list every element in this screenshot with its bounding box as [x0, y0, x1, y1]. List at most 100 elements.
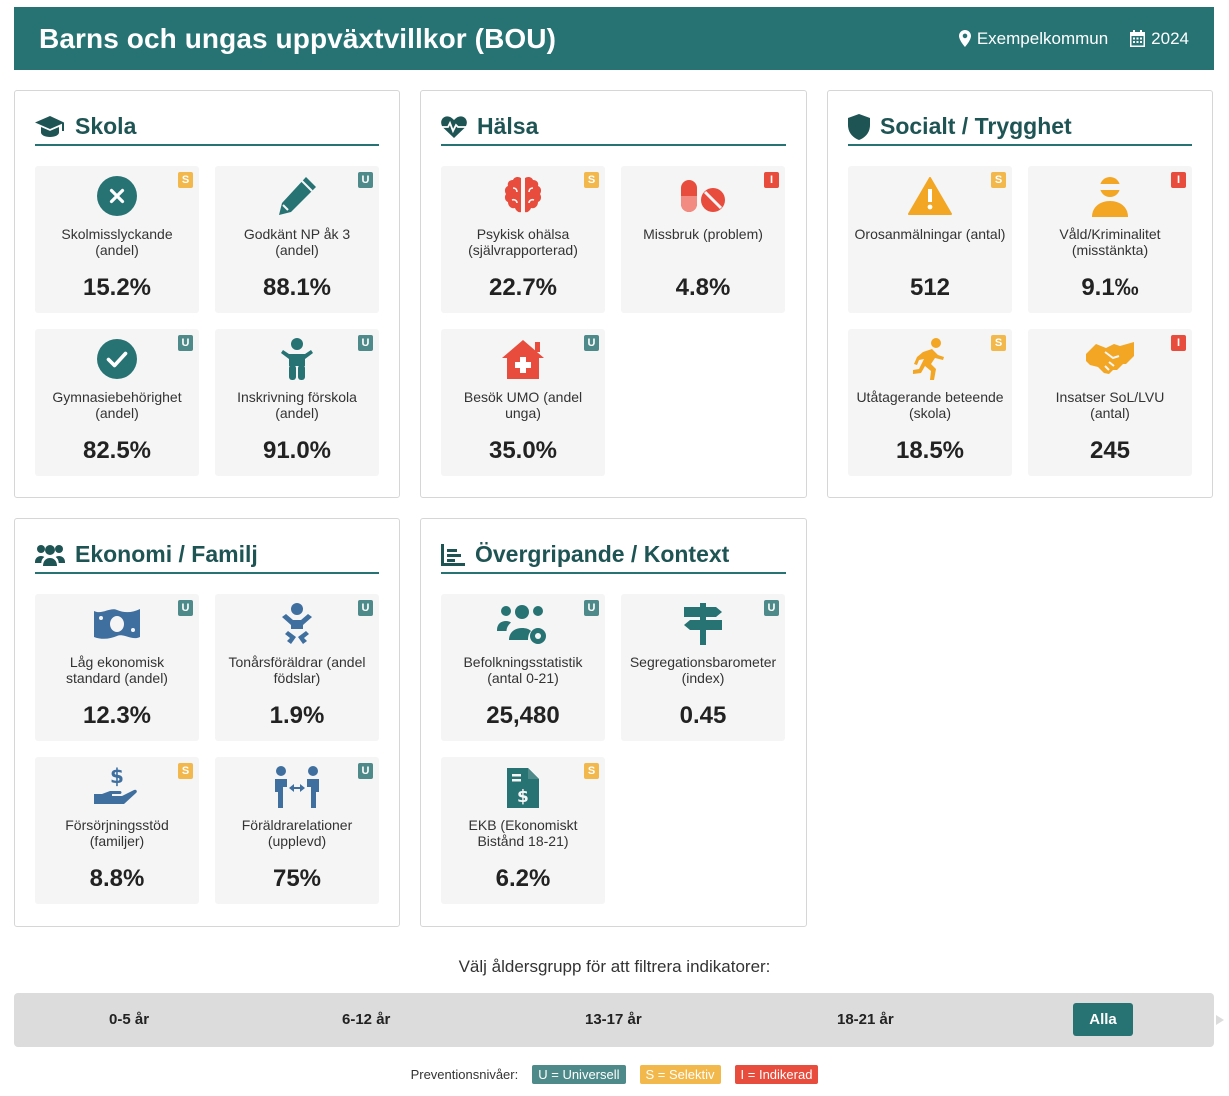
indicator-value: 82.5% — [82, 437, 152, 464]
brain-icon — [504, 176, 542, 213]
page-title: Barns och ungas uppväxtvillkor (BOU) — [39, 22, 557, 54]
indicator-tile[interactable]: I Missbruk (problem) 4.8% — [621, 166, 785, 313]
indicator-tile[interactable]: S Psykisk ohälsa (självrapporterad) 22.7… — [441, 166, 605, 313]
indicator-value: 0.45 — [679, 702, 727, 729]
indicator-label: Försörjningsstöd (familjer) — [65, 817, 169, 849]
indicator-tile[interactable]: I Insatser SoL/LVU (antal) 245 — [1028, 329, 1192, 476]
map-marker-icon — [958, 30, 971, 47]
location-label: Exempelkommun — [976, 28, 1109, 48]
heartbeat-icon — [441, 115, 467, 138]
check-circle-icon — [97, 339, 137, 379]
indicator-value: 8.8% — [89, 865, 145, 892]
indicator-label: Våld/Kriminalitet (misstänkta) — [1059, 226, 1161, 258]
people-arrows-icon — [275, 766, 319, 808]
age-option-alla[interactable]: Alla — [1073, 1003, 1133, 1036]
year-info: 2024 — [1130, 29, 1189, 49]
indicator-value: 25,480 — [486, 702, 560, 729]
pills-icon — [681, 180, 725, 212]
indicator-label: Gymnasiebehörighet (andel) — [52, 389, 182, 421]
x-circle-icon — [97, 176, 137, 216]
prevention-legend: Preventionsnivåer: U = Universell S = Se… — [0, 1065, 1229, 1084]
indicator-label: Segregationsbarometer (index) — [629, 654, 777, 686]
child-icon — [281, 338, 313, 380]
indicator-label: Befolkningsstatistik (antal 0-21) — [463, 654, 583, 686]
indicator-value: 88.1% — [262, 274, 332, 301]
location-info: Exempelkommun — [958, 28, 1109, 49]
indicator-label: Missbruk (problem) — [643, 226, 763, 242]
indicator-tile[interactable]: U Föräldrarelationer (upplevd) 75% — [215, 757, 379, 904]
indicator-tile[interactable]: U Tonårsföräldrar (andel födslar) 1.9% — [215, 594, 379, 741]
age-option-6-12[interactable]: 6-12 år — [342, 1011, 390, 1028]
indicator-tile[interactable]: U Gymnasiebehörighet (andel) 82.5% — [35, 329, 199, 476]
indicator-tile[interactable]: U Inskrivning förskola (andel) 91.0% — [215, 329, 379, 476]
section-title: Skola — [35, 109, 379, 146]
legend-title: Preventionsnivåer: — [410, 1067, 519, 1082]
hand-dollar-icon: $ — [94, 766, 137, 804]
indicator-value: 15.2% — [82, 274, 152, 301]
indicator-value: 35.0% — [488, 437, 558, 464]
file-invoice-dollar-icon: $ — [507, 768, 539, 808]
section-title: Övergripande / Kontext — [441, 537, 786, 574]
svg-text:$: $ — [517, 787, 529, 807]
signpost-icon — [684, 603, 722, 645]
age-option-18-21[interactable]: 18-21 år — [837, 1011, 894, 1028]
indicator-tile[interactable]: U Godkänt NP åk 3 (andel) 88.1% — [215, 166, 379, 313]
warning-icon — [908, 177, 952, 215]
indicator-value: 75% — [272, 865, 322, 892]
baby-icon — [282, 603, 312, 644]
section-kontext: Övergripande / Kontext U Befolkningsstat… — [420, 518, 807, 927]
indicator-value: 9.1‰ — [1081, 274, 1139, 301]
section-ekonomi: Ekonomi / Familj U Låg ekonomisk standar… — [14, 518, 400, 927]
indicator-label: Godkänt NP åk 3 (andel) — [243, 226, 351, 258]
section-halsa: Hälsa S Psykisk ohälsa (självrapporterad… — [420, 90, 807, 498]
indicator-value: 6.2% — [495, 865, 551, 892]
svg-text:$: $ — [110, 766, 124, 788]
legend-selektiv: S = Selektiv — [639, 1065, 721, 1084]
indicator-label: Insatser SoL/LVU (antal) — [1055, 389, 1165, 421]
masked-person-icon — [1092, 177, 1128, 217]
legend-indikerad: I = Indikerad — [734, 1065, 819, 1084]
indicator-tile[interactable]: S Orosanmälningar (antal) 512 — [848, 166, 1012, 313]
indicator-label: Tonårsföräldrar (andel födslar) — [228, 654, 366, 686]
running-person-icon — [913, 338, 944, 380]
indicator-tile[interactable]: U Besök UMO (andel unga) 35.0% — [441, 329, 605, 476]
scroll-arrow-icon — [1216, 1015, 1224, 1025]
indicator-label: EKB (Ekonomiskt Bistånd 18-21) — [468, 817, 578, 849]
indicator-value: 1.9% — [269, 702, 325, 729]
section-socialt: Socialt / Trygghet S Orosanmälningar (an… — [827, 90, 1213, 498]
section-title: Hälsa — [441, 109, 786, 146]
calendar-icon — [1130, 30, 1146, 47]
indicator-label: Utåtagerande beteende (skola) — [856, 389, 1004, 421]
indicator-tile[interactable]: U Låg ekonomisk standard (andel) 12.3% — [35, 594, 199, 741]
indicator-tile[interactable]: S $ Försörjningsstöd (familjer) 8.8% — [35, 757, 199, 904]
indicator-value: 4.8% — [675, 274, 731, 301]
indicator-value: 245 — [1089, 437, 1131, 464]
indicator-tile[interactable]: I Våld/Kriminalitet (misstänkta) 9.1‰ — [1028, 166, 1192, 313]
indicator-tile[interactable]: S $ EKB (Ekonomiskt Bistånd 18-21) 6.2% — [441, 757, 605, 904]
app-header: Barns och ungas uppväxtvillkor (BOU) Exe… — [14, 7, 1214, 70]
section-skola: Skola S Skolmisslyckande (andel) 15.2% U… — [14, 90, 400, 498]
indicator-tile[interactable]: S Utåtagerande beteende (skola) 18.5% — [848, 329, 1012, 476]
handshake-icon — [1086, 342, 1134, 374]
users-gear-icon — [497, 605, 546, 644]
indicator-tile[interactable]: S Skolmisslyckande (andel) 15.2% — [35, 166, 199, 313]
pencil-icon — [279, 177, 316, 215]
graduation-cap-icon — [35, 115, 64, 137]
indicator-value: 91.0% — [262, 437, 332, 464]
year-label: 2024 — [1151, 28, 1189, 48]
age-option-13-17[interactable]: 13-17 år — [585, 1011, 642, 1028]
indicator-value: 512 — [909, 274, 951, 301]
indicator-label: Skolmisslyckande (andel) — [61, 226, 173, 258]
section-title: Ekonomi / Familj — [35, 537, 379, 574]
shield-icon — [848, 113, 870, 140]
chart-area-icon — [441, 543, 465, 566]
age-option-0-5[interactable]: 0-5 år — [109, 1011, 149, 1028]
indicator-label: Psykisk ohälsa (självrapporterad) — [468, 226, 578, 258]
indicator-label: Orosanmälningar (antal) — [854, 226, 1006, 242]
users-icon — [35, 544, 65, 566]
header-meta: Exempelkommun 2024 — [958, 28, 1189, 49]
indicator-tile[interactable]: U Segregationsbarometer (index) 0.45 — [621, 594, 785, 741]
indicator-tile[interactable]: U Befolkningsstatistik (antal 0-21) 25,4… — [441, 594, 605, 741]
indicator-label: Besök UMO (andel unga) — [463, 389, 583, 421]
indicator-value: 18.5% — [895, 437, 965, 464]
